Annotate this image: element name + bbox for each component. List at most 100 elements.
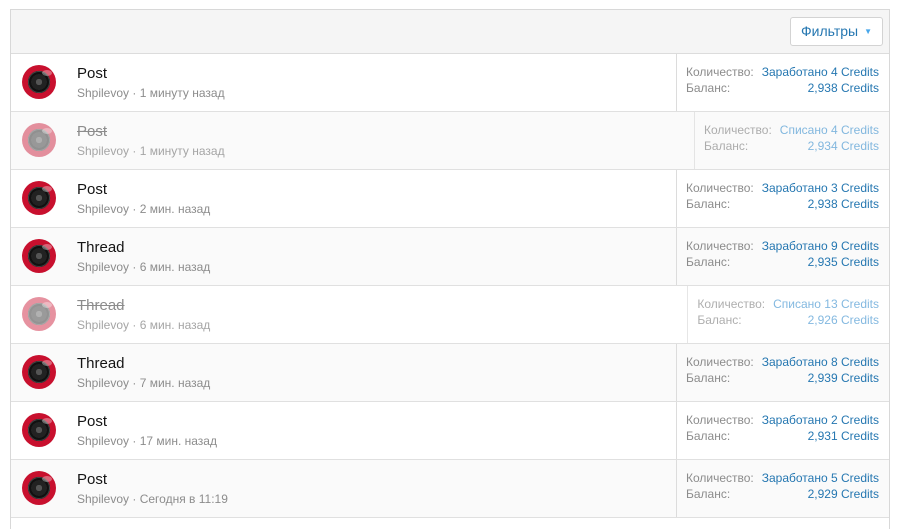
amount-label: Количество: — [685, 355, 754, 369]
transaction-list: Post Shpilevoy · 1 минуту назад Количест… — [11, 54, 889, 518]
list-item: Post Shpilevoy · 17 мин. назад Количеств… — [11, 402, 889, 460]
balance-value: 2,931 Credits — [807, 429, 879, 443]
item-meta: Shpilevoy · 6 мин. назад — [77, 318, 210, 332]
amount-value: Заработано 3 Credits — [761, 181, 879, 195]
amount-label: Количество: — [685, 181, 754, 195]
list-item: Thread Shpilevoy · 6 мин. назад Количест… — [11, 228, 889, 286]
item-stats: Количество: Заработано 5 Credits Баланс:… — [675, 460, 889, 517]
balance-pair: Баланс: 2,935 Credits — [686, 254, 879, 270]
username-link[interactable]: Shpilevoy — [77, 492, 129, 506]
balance-value: 2,929 Credits — [807, 487, 879, 501]
balance-value: 2,939 Credits — [807, 371, 879, 385]
item-time: · 1 минуту назад — [132, 144, 225, 158]
amount-label: Количество: — [685, 239, 754, 253]
balance-label: Баланс: — [685, 487, 731, 501]
filters-button[interactable]: Фильтры ▼ — [789, 17, 883, 46]
transactions-block: Фильтры ▼ Post Shpilevoy · 1 минуту наза… — [10, 9, 890, 529]
avatar-highlight — [42, 418, 52, 424]
balance-label: Баланс: — [685, 429, 731, 443]
item-meta: Shpilevoy · 2 мин. назад — [77, 202, 210, 216]
item-meta: Shpilevoy · 6 мин. назад — [77, 260, 210, 274]
item-stats: Количество: Заработано 2 Credits Баланс:… — [675, 402, 889, 459]
list-item: Post Shpilevoy · 2 мин. назад Количество… — [11, 170, 889, 228]
username-link[interactable]: Shpilevoy — [77, 202, 129, 216]
avatar-highlight — [42, 70, 52, 76]
avatar[interactable] — [22, 123, 56, 157]
item-meta: Shpilevoy · 1 минуту назад — [77, 144, 225, 158]
amount-value: Заработано 9 Credits — [761, 239, 879, 253]
chevron-down-icon: ▼ — [864, 27, 872, 36]
item-stats: Количество: Заработано 3 Credits Баланс:… — [675, 170, 889, 227]
balance-pair: Баланс: 2,931 Credits — [686, 428, 879, 444]
username-link[interactable]: Shpilevoy — [77, 376, 129, 390]
amount-value: Заработано 4 Credits — [761, 65, 879, 79]
item-meta: Shpilevoy · 7 мин. назад — [77, 376, 210, 390]
balance-value: 2,935 Credits — [807, 255, 879, 269]
avatar-highlight — [42, 476, 52, 482]
list-item-main: Thread Shpilevoy · 6 мин. назад — [11, 286, 687, 343]
username-link[interactable]: Shpilevoy — [77, 260, 129, 274]
item-time: · Сегодня в 11:19 — [132, 492, 228, 506]
balance-label: Баланс: — [685, 81, 731, 95]
avatar[interactable] — [22, 65, 56, 99]
item-meta: Shpilevoy · Сегодня в 11:19 — [77, 492, 228, 506]
username-link[interactable]: Shpilevoy — [77, 434, 129, 448]
amount-pair: Количество: Списано 13 Credits — [697, 296, 879, 312]
list-item-main: Thread Shpilevoy · 7 мин. назад — [11, 344, 676, 401]
avatar[interactable] — [22, 471, 56, 505]
list-item-main: Post Shpilevoy · 17 мин. назад — [11, 402, 676, 459]
avatar[interactable] — [22, 239, 56, 273]
item-stats: Количество: Списано 13 Credits Баланс: 2… — [687, 286, 889, 343]
username-link[interactable]: Shpilevoy — [77, 86, 129, 100]
balance-label: Баланс: — [685, 255, 731, 269]
item-stats: Количество: Заработано 8 Credits Баланс:… — [675, 344, 889, 401]
amount-value: Списано 13 Credits — [773, 297, 879, 311]
amount-label: Количество: — [685, 65, 754, 79]
amount-label: Количество: — [685, 413, 754, 427]
amount-pair: Количество: Заработано 5 Credits — [686, 470, 879, 486]
balance-label: Баланс: — [704, 139, 749, 153]
amount-pair: Количество: Списано 4 Credits — [704, 122, 879, 138]
list-item: Thread Shpilevoy · 6 мин. назад Количест… — [11, 286, 889, 344]
item-meta: Shpilevoy · 1 минуту назад — [77, 86, 225, 100]
list-item: Post Shpilevoy · Сегодня в 11:19 Количес… — [11, 460, 889, 518]
balance-value: 2,938 Credits — [807, 197, 879, 211]
list-item-main: Thread Shpilevoy · 6 мин. назад — [11, 228, 676, 285]
balance-value: 2,938 Credits — [807, 81, 879, 95]
list-item-main: Post Shpilevoy · Сегодня в 11:19 — [11, 460, 676, 517]
item-time: · 2 мин. назад — [132, 202, 211, 216]
amount-pair: Количество: Заработано 9 Credits — [686, 238, 879, 254]
item-time: · 6 мин. назад — [132, 318, 211, 332]
avatar[interactable] — [22, 413, 56, 447]
amount-value: Списано 4 Credits — [779, 123, 879, 137]
avatar[interactable] — [22, 181, 56, 215]
avatar[interactable] — [22, 355, 56, 389]
amount-value: Заработано 8 Credits — [761, 355, 879, 369]
balance-value: 2,934 Credits — [807, 139, 879, 153]
username-link[interactable]: Shpilevoy — [77, 144, 129, 158]
amount-value: Заработано 5 Credits — [761, 471, 879, 485]
item-time: · 6 мин. назад — [132, 260, 211, 274]
amount-pair: Количество: Заработано 3 Credits — [686, 180, 879, 196]
item-title: Thread — [77, 297, 125, 314]
item-title: Post — [77, 65, 108, 82]
amount-label: Количество: — [697, 297, 766, 311]
amount-pair: Количество: Заработано 2 Credits — [686, 412, 879, 428]
balance-pair: Баланс: 2,934 Credits — [704, 138, 879, 154]
item-title: Post — [77, 471, 108, 488]
amount-label: Количество: — [685, 471, 754, 485]
balance-label: Баланс: — [697, 313, 742, 327]
username-link[interactable]: Shpilevoy — [77, 318, 129, 332]
avatar-highlight — [42, 360, 52, 366]
item-stats: Количество: Списано 4 Credits Баланс: 2,… — [694, 112, 889, 169]
balance-pair: Баланс: 2,939 Credits — [686, 370, 879, 386]
avatar[interactable] — [22, 297, 56, 331]
amount-value: Заработано 2 Credits — [761, 413, 879, 427]
item-title: Post — [77, 181, 108, 198]
list-item: Thread Shpilevoy · 7 мин. назад Количест… — [11, 344, 889, 402]
list-item-main: Post Shpilevoy · 2 мин. назад — [11, 170, 676, 227]
balance-pair: Баланс: 2,929 Credits — [686, 486, 879, 502]
item-title: Thread — [77, 239, 125, 256]
amount-pair: Количество: Заработано 4 Credits — [686, 64, 879, 80]
avatar-highlight — [42, 302, 52, 308]
